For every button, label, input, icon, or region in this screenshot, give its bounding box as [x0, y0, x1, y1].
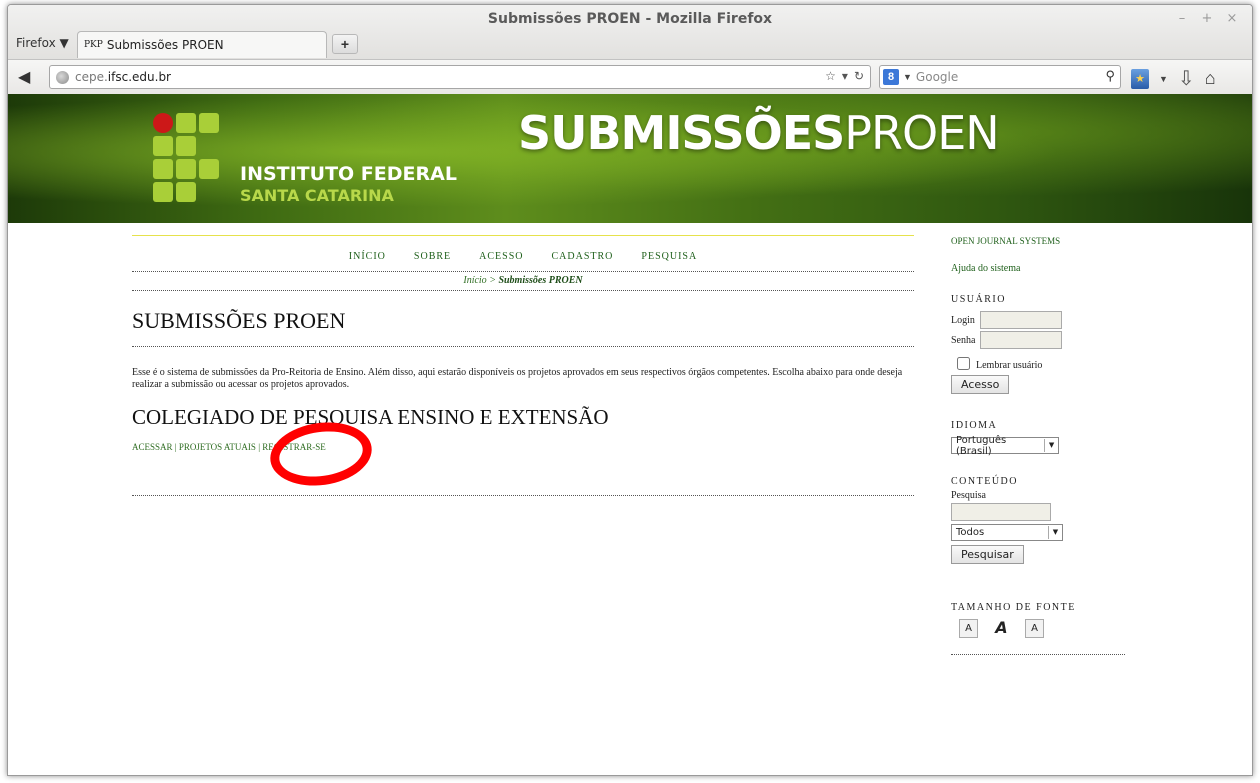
- nav-acesso[interactable]: ACESSO: [479, 251, 523, 262]
- main-content: INÍCIO SOBRE ACESSO CADASTRO PESQUISA In…: [132, 235, 914, 496]
- nav-cadastro[interactable]: CADASTRO: [552, 251, 614, 262]
- link-projetos-atuais[interactable]: PROJETOS ATUAIS: [179, 442, 256, 452]
- font-smaller-button[interactable]: A: [959, 619, 978, 638]
- google-engine-icon[interactable]: 8: [883, 69, 899, 85]
- search-magnifier-icon[interactable]: ⚲: [1105, 68, 1115, 84]
- search-button[interactable]: Pesquisar: [951, 545, 1024, 564]
- tab-submissoes[interactable]: PKP Submissões PROEN: [77, 31, 327, 58]
- content-heading: CONTEÚDO: [951, 476, 1018, 487]
- login-label: Login: [951, 314, 975, 326]
- title-bar: Submissões PROEN - Mozilla Firefox – + ×…: [8, 5, 1252, 59]
- page-title: SUBMISSÕES PROEN: [132, 308, 346, 333]
- new-tab-button[interactable]: +: [332, 34, 358, 54]
- window-title: Submissões PROEN - Mozilla Firefox: [487, 11, 773, 27]
- close-button[interactable]: ×: [1226, 11, 1238, 26]
- tab-label: Submissões PROEN: [106, 38, 224, 52]
- navigation-toolbar: ◀ cepe.ifsc.edu.br ☆ ▾ ↻ 8 ▼ ⚲ ★ ▼ ⇩ ⌂: [8, 59, 1252, 95]
- globe-icon: [56, 70, 69, 84]
- engine-dropdown-icon[interactable]: ▼: [903, 72, 912, 82]
- bookmark-star-icon[interactable]: ☆: [825, 69, 836, 83]
- font-default-button[interactable]: A: [992, 619, 1011, 638]
- breadcrumb-current[interactable]: Submissões PROEN: [498, 275, 582, 286]
- banner-title: SUBMISSÕESPROEN: [518, 106, 1000, 160]
- login-button[interactable]: Acesso: [951, 375, 1010, 394]
- bookmarks-dropdown-icon[interactable]: ▼: [1159, 74, 1168, 84]
- browser-window: Submissões PROEN - Mozilla Firefox – + ×…: [7, 4, 1253, 776]
- remember-checkbox[interactable]: [957, 356, 970, 370]
- password-input[interactable]: [980, 331, 1062, 349]
- url-bar[interactable]: cepe.ifsc.edu.br ☆ ▾ ↻: [49, 65, 871, 89]
- reload-icon[interactable]: ↻: [854, 69, 864, 83]
- pkp-favicon-icon: PKP: [84, 40, 103, 50]
- section-title: COLEGIADO DE PESQUISA ENSINO E EXTENSÃO: [132, 405, 609, 429]
- search-label: Pesquisa: [951, 490, 986, 501]
- maximize-button[interactable]: +: [1201, 11, 1213, 26]
- top-rule: [132, 235, 914, 237]
- bookmarks-icon[interactable]: ★: [1131, 68, 1149, 89]
- login-input[interactable]: [980, 311, 1062, 329]
- section-links: ACESSAR | PROJETOS ATUAIS | REGISTRAR-SE: [132, 442, 326, 452]
- user-heading: USUÁRIO: [951, 294, 1006, 305]
- link-acessar[interactable]: ACESSAR: [132, 442, 173, 452]
- nav-pesquisa[interactable]: PESQUISA: [641, 251, 697, 262]
- font-size-heading: TAMANHO DE FONTE: [951, 602, 1076, 613]
- minimize-button[interactable]: –: [1176, 11, 1188, 26]
- window-controls: – + ×: [1176, 11, 1238, 26]
- scope-select[interactable]: Todos ▼: [951, 524, 1063, 541]
- site-banner: INSTITUTO FEDERAL SANTA CATARINA SUBMISS…: [8, 94, 1252, 223]
- link-help[interactable]: Ajuda do sistema: [951, 263, 1129, 274]
- history-dropdown-icon[interactable]: ▾: [842, 69, 848, 83]
- link-open-journal-systems[interactable]: OPEN JOURNAL SYSTEMS: [951, 236, 1129, 246]
- institution-state: SANTA CATARINA: [240, 186, 394, 205]
- breadcrumb-home[interactable]: Início: [463, 275, 486, 286]
- ifsc-logo: [153, 113, 223, 203]
- password-label: Senha: [951, 334, 976, 346]
- language-select[interactable]: Português (Brasil) ▼: [951, 435, 1059, 457]
- institution-name: INSTITUTO FEDERAL: [240, 163, 457, 185]
- link-registrar-se[interactable]: REGISTRAR-SE: [262, 442, 326, 452]
- nav-sobre[interactable]: SOBRE: [414, 251, 451, 262]
- download-icon[interactable]: ⇩: [1178, 66, 1195, 91]
- language-heading: IDIOMA: [951, 420, 998, 431]
- content-search-input[interactable]: [951, 503, 1051, 521]
- breadcrumb: Início > Submissões PROEN: [463, 275, 583, 286]
- home-icon[interactable]: ⌂: [1205, 68, 1216, 89]
- chevron-down-icon: ▼: [1048, 526, 1062, 539]
- remember-label: Lembrar usuário: [976, 360, 1043, 371]
- font-larger-button[interactable]: A: [1025, 619, 1044, 638]
- search-bar[interactable]: 8 ▼ ⚲: [879, 65, 1121, 89]
- back-arrow-icon[interactable]: ◀: [18, 67, 30, 87]
- sidebar: OPEN JOURNAL SYSTEMS Ajuda do sistema US…: [951, 236, 1129, 655]
- url-text: cepe.ifsc.edu.br: [75, 70, 171, 84]
- search-input[interactable]: [915, 70, 1096, 84]
- intro-text: Esse é o sistema de submissões da Pro-Re…: [132, 367, 903, 390]
- main-nav: INÍCIO SOBRE ACESSO CADASTRO PESQUISA: [132, 251, 914, 262]
- chevron-down-icon: ▼: [1044, 439, 1058, 452]
- nav-inicio[interactable]: INÍCIO: [349, 251, 386, 262]
- firefox-menu-button[interactable]: Firefox ▼: [16, 36, 69, 50]
